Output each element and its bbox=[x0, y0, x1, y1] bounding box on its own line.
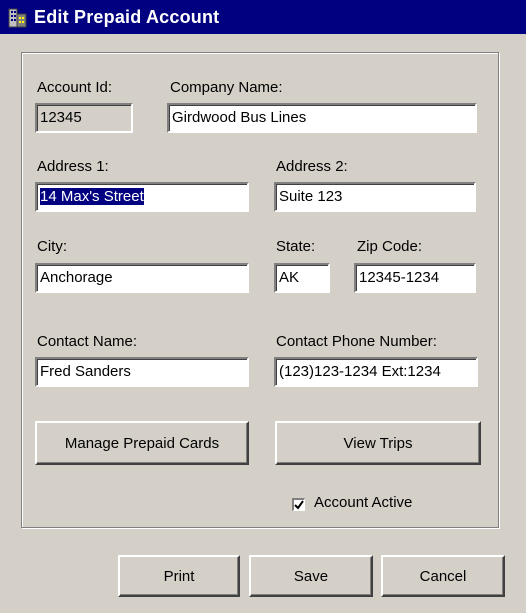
state-label: State: bbox=[276, 238, 316, 255]
account-id-label: Account Id: bbox=[37, 79, 113, 96]
zip-code-field[interactable]: 12345-1234 bbox=[354, 263, 476, 293]
company-name-label: Company Name: bbox=[170, 79, 283, 96]
contact-phone-field[interactable]: (123)123-1234 Ext:1234 bbox=[274, 357, 478, 387]
city-field[interactable]: Anchorage bbox=[35, 263, 249, 293]
contact-name-field[interactable]: Fred Sanders bbox=[35, 357, 249, 387]
contact-name-label: Contact Name: bbox=[37, 333, 138, 350]
account-active-label[interactable]: Account Active bbox=[314, 494, 412, 511]
address1-label: Address 1: bbox=[37, 158, 109, 175]
building-icon bbox=[8, 6, 28, 28]
address1-selected-text: 14 Max's Street bbox=[40, 188, 144, 205]
save-button[interactable]: Save bbox=[249, 555, 373, 597]
print-button[interactable]: Print bbox=[118, 555, 240, 597]
company-name-field[interactable]: Girdwood Bus Lines bbox=[167, 103, 477, 133]
account-id-field: 12345 bbox=[35, 103, 133, 133]
address2-field[interactable]: Suite 123 bbox=[274, 182, 476, 212]
address1-field[interactable]: 14 Max's Street bbox=[35, 182, 249, 212]
cancel-button[interactable]: Cancel bbox=[381, 555, 505, 597]
contact-phone-label: Contact Phone Number: bbox=[276, 333, 437, 350]
title-bar[interactable]: Edit Prepaid Account bbox=[0, 0, 526, 34]
address2-label: Address 2: bbox=[276, 158, 348, 175]
city-label: City: bbox=[37, 238, 67, 255]
zip-code-label: Zip Code: bbox=[357, 238, 423, 255]
window-title: Edit Prepaid Account bbox=[34, 6, 220, 27]
account-active-checkbox[interactable] bbox=[292, 498, 305, 511]
view-trips-button[interactable]: View Trips bbox=[275, 421, 481, 465]
manage-prepaid-cards-button[interactable]: Manage Prepaid Cards bbox=[35, 421, 249, 465]
state-field[interactable]: AK bbox=[274, 263, 330, 293]
checkmark-icon bbox=[294, 500, 304, 510]
